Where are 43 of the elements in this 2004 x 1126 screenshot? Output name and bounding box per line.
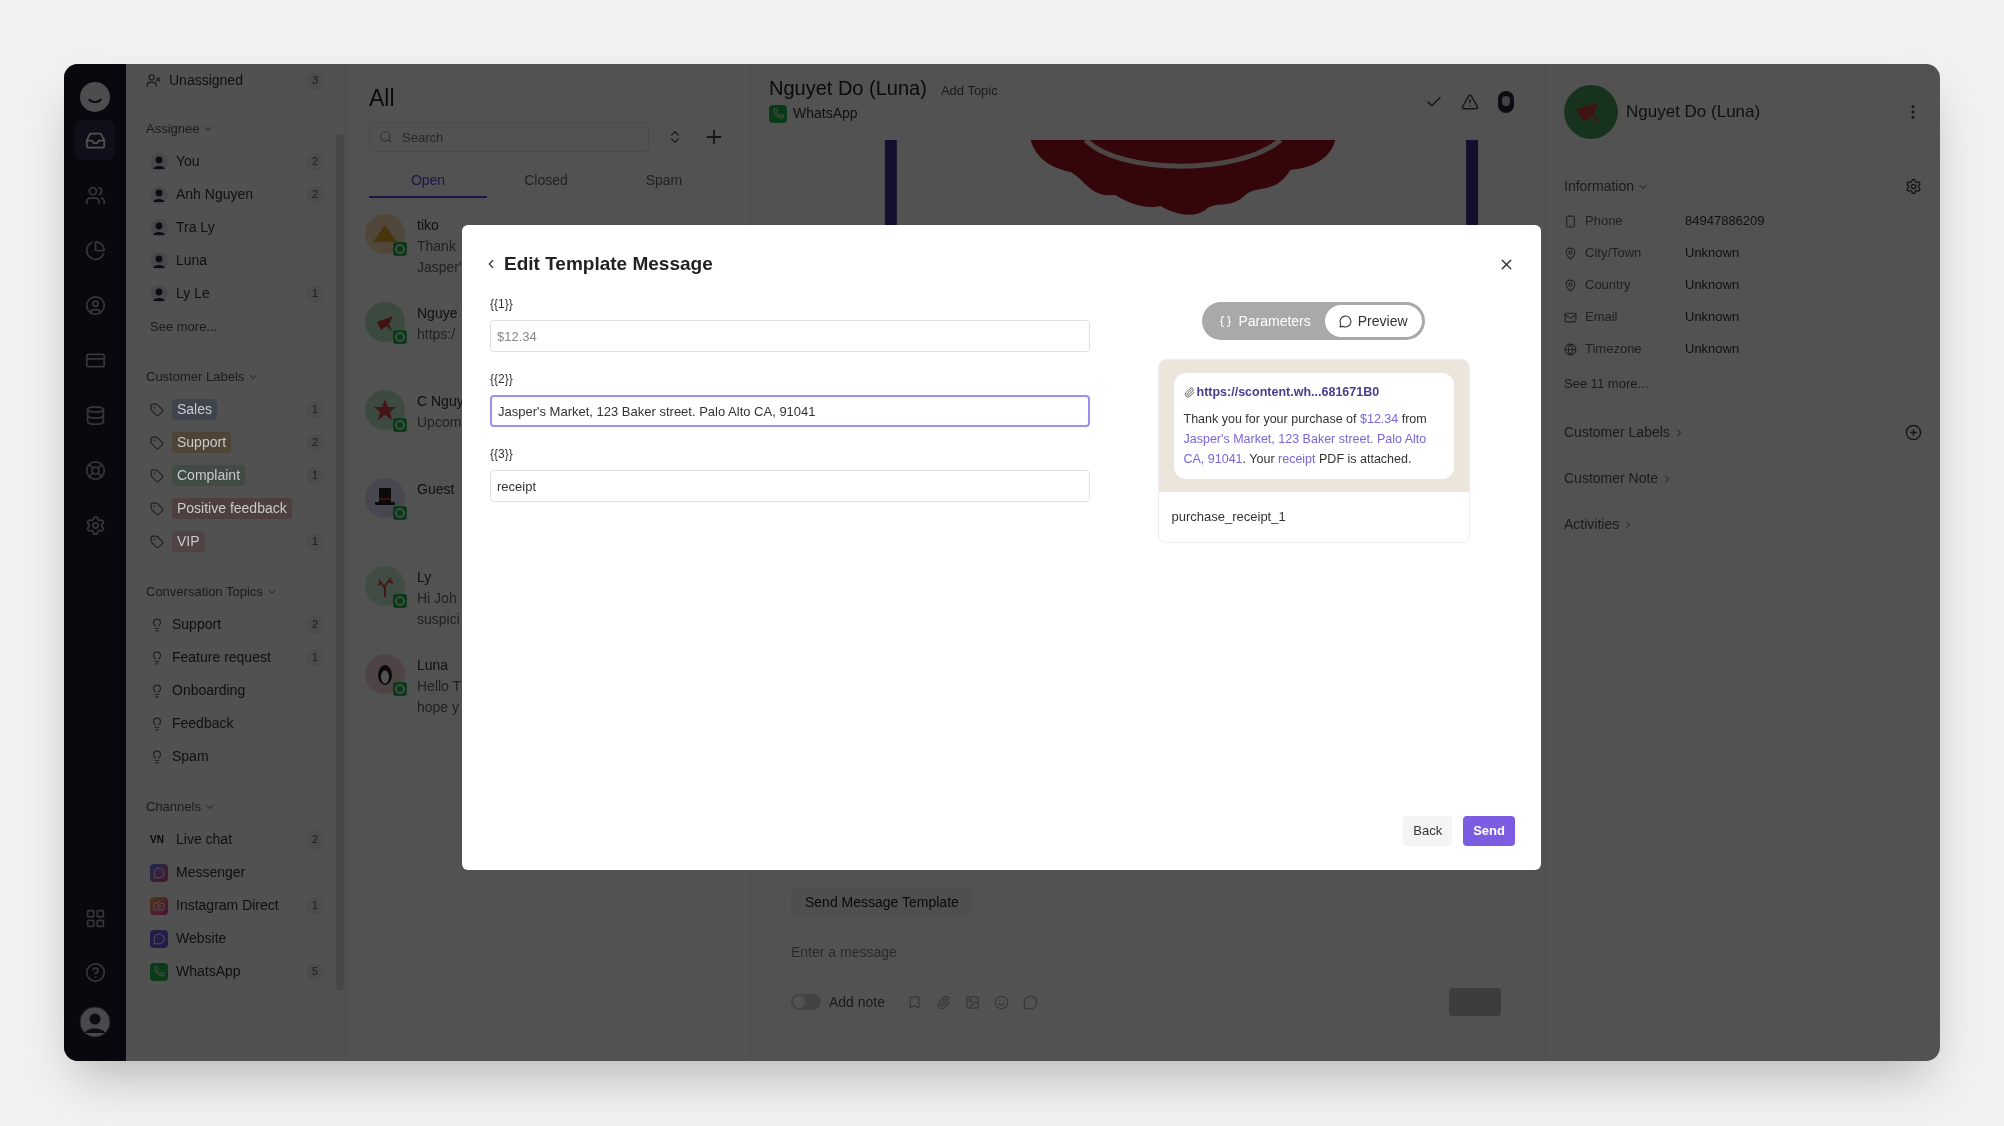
label-tag: Sales	[172, 399, 218, 420]
field-value: Unknown	[1685, 244, 1740, 263]
item-label: Onboarding	[172, 681, 246, 700]
item-label: Live chat	[176, 830, 233, 849]
dialog-title: Edit Template Message	[504, 252, 713, 276]
message-text: Thank you for your purchase of $12.34 from Jasper's Market, 123 Baker street. Palo Alto CA, 91041. Your receipt PDF is attached.	[1183, 410, 1428, 468]
param-label: {{1}}	[490, 296, 514, 312]
item-label: Unassigned	[169, 71, 243, 90]
item-label: WhatsApp	[176, 962, 241, 981]
channel-name: WhatsApp	[793, 104, 858, 123]
item-label: Ly Le	[176, 284, 210, 303]
param-label: {{3}}	[490, 446, 514, 462]
contact-name: Luna	[417, 656, 450, 675]
item-label: Website	[176, 929, 227, 948]
label-tag: Positive feedback	[172, 498, 292, 519]
contact-name: Nguye	[417, 304, 458, 323]
item-label: Feedback	[172, 714, 234, 733]
param-label: {{2}}	[490, 371, 514, 387]
field-value: 84947886209	[1685, 212, 1765, 231]
item-label: Instagram Direct	[176, 896, 279, 915]
item-label: Tra Ly	[176, 218, 215, 237]
field-value: Unknown	[1685, 308, 1740, 327]
label-tag: Complaint	[172, 465, 246, 486]
list-title: All	[369, 84, 396, 112]
field-value: Unknown	[1685, 340, 1740, 359]
item-label: Support	[172, 615, 222, 634]
contact-name: Ly	[417, 568, 433, 587]
item-label: Spam	[172, 747, 209, 766]
contact-name: Guest	[417, 480, 455, 499]
label-tag: Support	[172, 432, 232, 453]
contact-name: tiko	[417, 216, 440, 235]
channel-code: VN	[150, 833, 165, 847]
item-label: Anh Nguyen	[176, 185, 254, 204]
item-label: Feature request	[172, 648, 271, 667]
chat-contact-name: Nguyet Do (Luna)	[769, 76, 927, 101]
contact-name: C Nguy	[417, 392, 464, 411]
label-tag: VIP	[172, 531, 205, 552]
field-value: Unknown	[1685, 276, 1740, 295]
item-label: Messenger	[176, 863, 246, 882]
item-label: You	[176, 152, 200, 171]
contact-name: Nguyet Do (Luna)	[1626, 101, 1761, 124]
template-name: purchase_receipt_1	[1171, 508, 1286, 526]
item-label: Luna	[176, 251, 208, 270]
